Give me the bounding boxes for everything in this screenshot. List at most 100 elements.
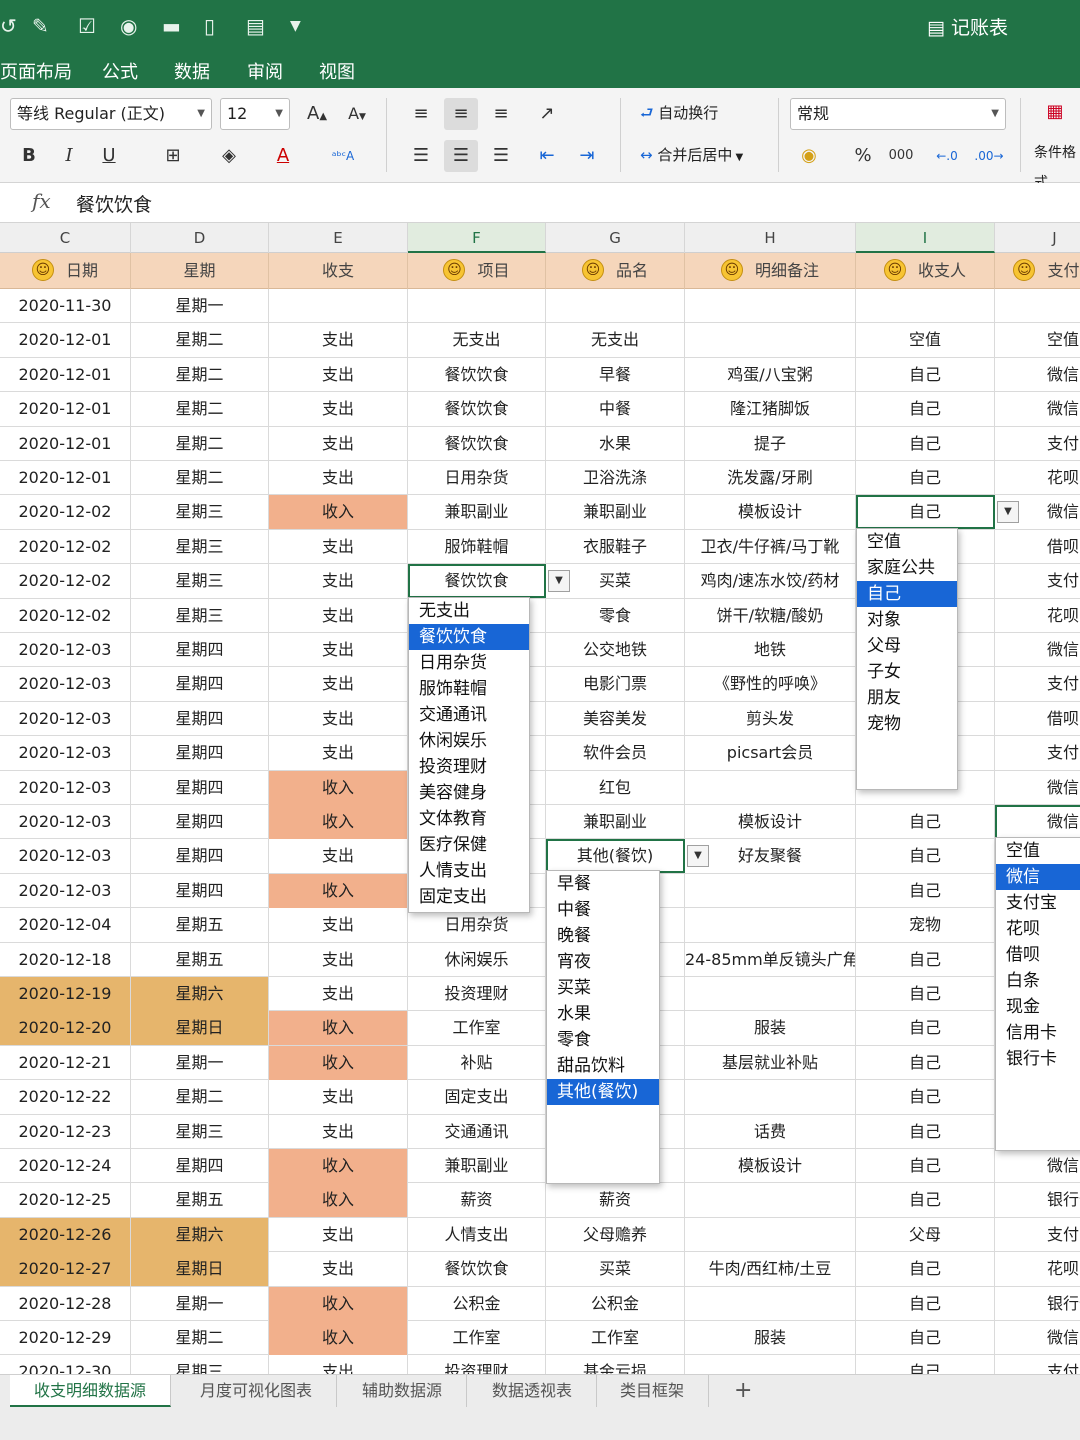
dropdown-option[interactable]: 空值 (857, 529, 957, 555)
cell-type[interactable]: 收入 (269, 1011, 408, 1046)
cell-payer[interactable]: 自己 (856, 873, 995, 908)
cell-category[interactable]: 公积金 (408, 1286, 546, 1321)
cell-payment[interactable]: 微信 (995, 633, 1080, 667)
cell-date[interactable]: 2020-12-02 (0, 598, 131, 633)
cell-payment[interactable]: 微信 (995, 805, 1080, 839)
cell-payment[interactable]: 支付宝 (995, 1218, 1080, 1252)
dropdown-option[interactable]: 人情支出 (409, 858, 529, 884)
cell-date[interactable]: 2020-12-20 (0, 1011, 131, 1046)
cell-note[interactable] (685, 1217, 856, 1252)
bold-button[interactable]: B (12, 140, 46, 172)
cell-payment[interactable]: 花呗 (995, 461, 1080, 495)
cell-weekday[interactable]: 星期三 (131, 495, 269, 530)
cell-type[interactable]: 支出 (269, 736, 408, 771)
cell-product[interactable]: 红包 (546, 770, 685, 805)
cell-type[interactable]: 收入 (269, 1045, 408, 1080)
cell-payer[interactable]: 空值 (856, 323, 995, 358)
cell-category[interactable]: 餐饮饮食 (408, 357, 546, 392)
column-header-e[interactable]: E (269, 223, 408, 253)
cell-type[interactable]: 支出 (269, 323, 408, 358)
cell-weekday[interactable]: 星期三 (131, 1355, 269, 1374)
cell-type[interactable]: 收入 (269, 495, 408, 530)
cell-date[interactable]: 2020-12-23 (0, 1114, 131, 1149)
dropdown-option[interactable]: 晚餐 (547, 923, 659, 949)
cell-date[interactable]: 2020-12-30 (0, 1355, 131, 1374)
column-header-h[interactable]: H (685, 223, 856, 253)
cell-weekday[interactable]: 星期四 (131, 839, 269, 874)
cell-note[interactable] (685, 873, 856, 908)
cell-weekday[interactable]: 星期四 (131, 805, 269, 839)
dropdown-option[interactable]: 买菜 (547, 975, 659, 1001)
sheet-tab[interactable]: 类目框架 (596, 1375, 710, 1407)
cell-payment[interactable]: 支付宝 (995, 736, 1080, 770)
cell-type[interactable]: 支出 (269, 564, 408, 599)
cell-payer[interactable]: 自己 (856, 495, 995, 530)
thousands-button[interactable]: 000 (884, 140, 918, 172)
column-header-j[interactable]: J (995, 223, 1080, 253)
cell-payment[interactable]: 花呗 (995, 1252, 1080, 1286)
font-size-select[interactable]: 12 ▼ (220, 98, 290, 130)
cell-category[interactable]: 餐饮饮食 (408, 426, 546, 461)
cell-payment[interactable]: 空值 (995, 323, 1080, 357)
cell-weekday[interactable]: 星期三 (131, 529, 269, 564)
dropdown-option[interactable]: 信用卡 (996, 1020, 1080, 1046)
dropdown-option[interactable]: 家庭公共 (857, 555, 957, 581)
dropdown-option[interactable]: 无支出 (409, 598, 529, 624)
cell-weekday[interactable]: 星期三 (131, 1114, 269, 1149)
column-header-f[interactable]: F (408, 223, 546, 253)
cell-weekday[interactable]: 星期一 (131, 1045, 269, 1080)
dropdown-option[interactable]: 固定支出 (409, 884, 529, 910)
cell-type[interactable]: 支出 (269, 1355, 408, 1374)
cell-date[interactable]: 2020-12-03 (0, 873, 131, 908)
cell-note[interactable]: 模板设计 (685, 805, 856, 839)
dropdown-option[interactable]: 银行卡 (996, 1046, 1080, 1072)
cell-payment[interactable]: 微信 (995, 771, 1080, 805)
cell-weekday[interactable]: 星期二 (131, 1080, 269, 1115)
menu-tab-data[interactable]: 数据 (174, 58, 210, 84)
cell-weekday[interactable]: 星期二 (131, 392, 269, 427)
cell-type[interactable]: 收入 (269, 805, 408, 839)
cell-note[interactable]: 服装 (685, 1011, 856, 1046)
cell-category[interactable]: 休闲娱乐 (408, 942, 546, 977)
cell-payer[interactable]: 自己 (856, 1114, 995, 1149)
dropdown-option[interactable]: 白条 (996, 968, 1080, 994)
cell-product[interactable]: 公交地铁 (546, 633, 685, 667)
cell-payer[interactable]: 自己 (856, 1080, 995, 1115)
cell-payment[interactable]: 银行卡 (995, 1287, 1080, 1321)
dropdown-option[interactable]: 借呗 (996, 942, 1080, 968)
cell-payer[interactable]: 自己 (856, 805, 995, 839)
cell-date[interactable]: 2020-12-29 (0, 1321, 131, 1355)
cell-note[interactable]: 24-85mm单反镜头广角 (685, 942, 856, 977)
cell-payment[interactable]: 微信 (995, 1321, 1080, 1355)
cell-note[interactable]: 剪头发 (685, 701, 856, 736)
cell-product[interactable] (546, 289, 685, 323)
cell-note[interactable] (685, 908, 856, 943)
cell-weekday[interactable]: 星期五 (131, 908, 269, 943)
cell-weekday[interactable]: 星期日 (131, 1011, 269, 1046)
cell-weekday[interactable]: 星期日 (131, 1252, 269, 1287)
function-icon[interactable]: fx (32, 189, 51, 213)
italic-button[interactable]: I (52, 140, 86, 172)
add-sheet-button[interactable]: + (710, 1375, 776, 1407)
cell-date[interactable]: 2020-12-03 (0, 770, 131, 805)
cell-payer[interactable]: 父母 (856, 1217, 995, 1252)
cell-note[interactable]: 模板设计 (685, 1149, 856, 1183)
dropdown-option[interactable]: 现金 (996, 994, 1080, 1020)
cell-date[interactable]: 2020-12-03 (0, 736, 131, 771)
cell-category[interactable]: 交通通讯 (408, 1114, 546, 1149)
cell-category[interactable]: 餐饮饮食 (408, 392, 546, 427)
cell-type[interactable]: 支出 (269, 1080, 408, 1115)
menu-tab-formulas[interactable]: 公式 (102, 58, 138, 84)
dropdown-option[interactable]: 投资理财 (409, 754, 529, 780)
cell-type[interactable]: 支出 (269, 977, 408, 1011)
cell-type[interactable]: 支出 (269, 529, 408, 564)
cell-payment[interactable]: 花呗 (995, 599, 1080, 633)
cell-note[interactable]: 隆江猪脚饭 (685, 392, 856, 427)
formula-input[interactable]: 餐饮饮食 (76, 190, 152, 217)
cell-product[interactable]: 卫浴洗涤 (546, 461, 685, 495)
cell-product[interactable]: 电影门票 (546, 667, 685, 702)
cell-payer[interactable]: 自己 (856, 1286, 995, 1321)
number-format-select[interactable]: 常规 ▼ (790, 98, 1006, 130)
cell-payer[interactable]: 自己 (856, 426, 995, 461)
fill-color-icon[interactable]: ◈ (212, 140, 246, 172)
